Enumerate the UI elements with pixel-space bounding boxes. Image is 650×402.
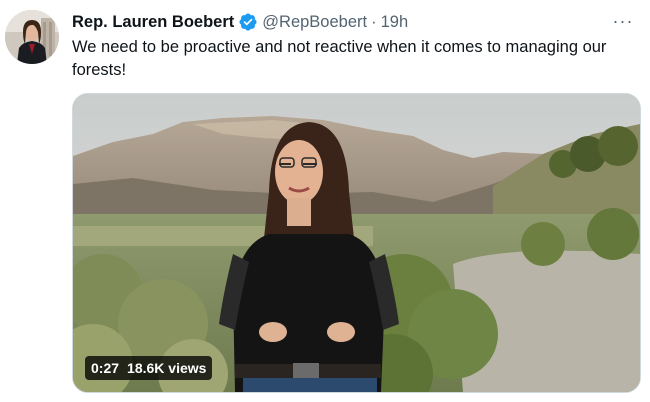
author-name[interactable]: Rep. Lauren Boebert: [72, 13, 234, 32]
author-handle[interactable]: @RepBoebert: [262, 13, 367, 32]
avatar-image: [5, 10, 59, 64]
video-player[interactable]: 0:27 18.6K views: [72, 93, 641, 393]
tweet-header: Rep. Lauren Boebert @RepBoebert · 19h: [72, 11, 408, 33]
video-info-badge: 0:27 18.6K views: [85, 356, 213, 380]
avatar[interactable]: [5, 10, 59, 64]
video-duration: 0:27: [91, 360, 120, 376]
tweet-card[interactable]: Rep. Lauren Boebert @RepBoebert · 19h ··…: [0, 0, 650, 402]
timestamp[interactable]: 19h: [381, 13, 409, 32]
video-thumbnail: [73, 94, 640, 392]
more-options-icon[interactable]: ···: [610, 10, 636, 32]
tweet-text: We need to be proactive and not reactive…: [72, 38, 607, 79]
verified-badge-icon: [238, 12, 258, 32]
video-views: 18.6K views: [127, 360, 207, 376]
separator-dot: ·: [371, 12, 377, 31]
